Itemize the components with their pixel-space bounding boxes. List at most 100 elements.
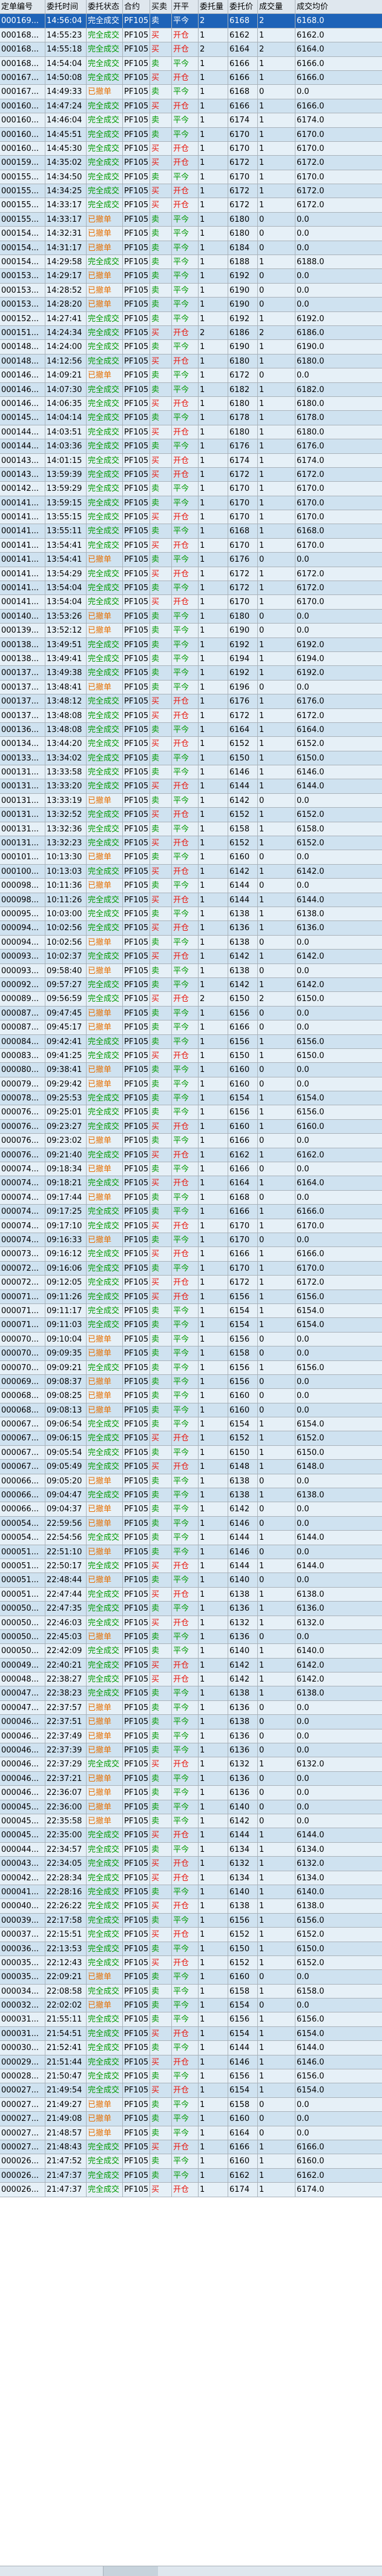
- table-row[interactable]: 000034... 22:08:58 完全成交 PF105 卖平今 1 6158 1 6158.…: [0, 1984, 382, 1999]
- table-row[interactable]: 000032... 22:02:02 已撤单 PF105 卖平今 1 6154 0 0.0: [0, 1999, 382, 2013]
- table-row[interactable]: 000045... 22:36:00 已撤单 PF105 卖平今 1 6140 0 0.0: [0, 1800, 382, 1814]
- table-row[interactable]: 000093... 09:58:40 已撤单 PF105 卖平今 1 6138 0 0.0: [0, 964, 382, 978]
- table-row[interactable]: 000047... 22:37:57 已撤单 PF105 卖平今 1 6136 0 0.0: [0, 1700, 382, 1716]
- table-row[interactable]: 000071... 09:11:03 完全成交 PF105 卖平今 1 6154 1 6154.…: [0, 1318, 382, 1333]
- table-row[interactable]: 000048... 22:38:27 完全成交 PF105 买开仓 1 6142 1 6142.…: [0, 1672, 382, 1687]
- table-row[interactable]: 000168... 14:55:18 完全成交 PF105 买开仓 2 6164 2 6164.…: [0, 42, 382, 57]
- table-row[interactable]: 000154... 14:32:31 已撤单 PF105 卖平今 1 6180 0 0.0: [0, 227, 382, 241]
- table-row[interactable]: 000155... 14:33:17 完全成交 PF105 买开仓 1 6172 1 6172.…: [0, 198, 382, 213]
- table-row[interactable]: 000137... 13:48:12 完全成交 PF105 买开仓 1 6176 1 6176.…: [0, 694, 382, 709]
- table-row[interactable]: 000030... 21:52:41 完全成交 PF105 卖平今 1 6144 1 6144.…: [0, 2041, 382, 2055]
- table-row[interactable]: 000069... 09:08:37 已撤单 PF105 卖平今 1 6156 0 0.0: [0, 1374, 382, 1390]
- table-row[interactable]: 000092... 09:57:27 完全成交 PF105 卖平今 1 6142 1 6142.…: [0, 977, 382, 993]
- table-row[interactable]: 000168... 14:55:23 完全成交 PF105 买开仓 1 6162 1 6162.…: [0, 28, 382, 43]
- table-row[interactable]: 000155... 14:34:50 完全成交 PF105 卖平今 1 6170 1 6170.…: [0, 170, 382, 185]
- header-price[interactable]: 委托价: [228, 0, 258, 14]
- table-row[interactable]: 000043... 22:34:05 完全成交 PF105 买开仓 1 6132 1 6132.…: [0, 1857, 382, 1871]
- table-row[interactable]: 000160... 14:45:30 完全成交 PF105 买开仓 1 6170 1 6170.…: [0, 141, 382, 156]
- table-row[interactable]: 000141... 13:54:04 完全成交 PF105 买开仓 1 6170 1 6170.…: [0, 595, 382, 610]
- table-row[interactable]: 000042... 22:28:34 完全成交 PF105 买开仓 1 6134 1 6134.…: [0, 1871, 382, 1885]
- table-row[interactable]: 000154... 14:29:58 完全成交 PF105 卖平今 1 6188 1 6188.…: [0, 255, 382, 270]
- header-qty[interactable]: 委托量: [199, 0, 228, 14]
- table-row[interactable]: 000131... 13:33:58 完全成交 PF105 卖平今 1 6146 1 6146.…: [0, 765, 382, 780]
- table-row[interactable]: 000074... 09:17:25 完全成交 PF105 卖平今 1 6166 1 6166.…: [0, 1205, 382, 1219]
- table-row[interactable]: 000051... 22:48:44 已撤单 PF105 卖平今 1 6140 0 0.0: [0, 1573, 382, 1588]
- table-row[interactable]: 000027... 21:48:57 已撤单 PF105 卖平今 1 6164 0 0.0: [0, 2126, 382, 2140]
- table-row[interactable]: 000031... 21:54:51 完全成交 PF105 买开仓 1 6154 1 6154.…: [0, 2026, 382, 2042]
- header-contract[interactable]: 合约: [123, 0, 150, 14]
- table-row[interactable]: 000131... 13:32:36 完全成交 PF105 卖平今 1 6158 1 6158.…: [0, 822, 382, 837]
- table-row[interactable]: 000051... 22:50:17 完全成交 PF105 买开仓 1 6144 1 6144.…: [0, 1559, 382, 1574]
- table-row[interactable]: 000140... 13:53:26 已撤单 PF105 卖平今 1 6180 0 0.0: [0, 609, 382, 624]
- table-row[interactable]: 000071... 09:11:26 完全成交 PF105 买开仓 1 6156 1 6156.…: [0, 1290, 382, 1304]
- table-row[interactable]: 000087... 09:47:45 已撤单 PF105 卖平今 1 6156 0 0.0: [0, 1006, 382, 1021]
- table-row[interactable]: 000131... 13:32:52 完全成交 PF105 买开仓 1 6152 1 6152.…: [0, 808, 382, 822]
- header-avg-price[interactable]: 成交均价: [295, 0, 334, 13]
- table-row[interactable]: 000137... 13:48:41 已撤单 PF105 卖平今 1 6196 0 0.0: [0, 680, 382, 695]
- table-row[interactable]: 000146... 14:07:30 完全成交 PF105 卖平今 1 6182 1 6182.…: [0, 382, 382, 397]
- table-row[interactable]: 000087... 09:45:17 已撤单 PF105 卖平今 1 6166 0 0.0: [0, 1020, 382, 1035]
- table-row[interactable]: 000036... 22:13:53 完全成交 PF105 卖平今 1 6150 1 6150.…: [0, 1942, 382, 1956]
- table-row[interactable]: 000047... 22:38:23 完全成交 PF105 卖平今 1 6138 1 6138.…: [0, 1686, 382, 1701]
- table-row[interactable]: 000133... 13:34:02 完全成交 PF105 卖平今 1 6150 1 6150.…: [0, 751, 382, 766]
- table-row[interactable]: 000044... 22:34:57 完全成交 PF105 卖平今 1 6134 1 6134.…: [0, 1842, 382, 1857]
- scrollbar-thumb[interactable]: [103, 2566, 158, 2576]
- table-row[interactable]: 000051... 22:47:44 完全成交 PF105 买开仓 1 6138 1 6138.…: [0, 1587, 382, 1602]
- table-row[interactable]: 000054... 22:59:56 已撤单 PF105 卖平今 1 6146 0 0.0: [0, 1516, 382, 1531]
- table-row[interactable]: 000160... 14:46:04 完全成交 PF105 卖平今 1 6174 1 6174.…: [0, 113, 382, 128]
- table-row[interactable]: 000141... 13:55:15 完全成交 PF105 买开仓 1 6170 1 6170.…: [0, 510, 382, 525]
- table-row[interactable]: 000095... 10:03:00 完全成交 PF105 卖平今 1 6138 1 6138.…: [0, 907, 382, 922]
- table-row[interactable]: 000167... 14:49:33 已撤单 PF105 卖平今 1 6168 0 0.0: [0, 85, 382, 99]
- table-row[interactable]: 000054... 22:54:56 完全成交 PF105 卖平今 1 6144 1 6144.…: [0, 1531, 382, 1545]
- table-row[interactable]: 000083... 09:41:25 完全成交 PF105 买开仓 1 6150 1 6150.…: [0, 1048, 382, 1063]
- table-row[interactable]: 000152... 14:27:41 完全成交 PF105 卖平今 1 6192 1 6192.…: [0, 311, 382, 326]
- table-row[interactable]: 000076... 09:23:27 完全成交 PF105 买开仓 1 6160 1 6160.…: [0, 1119, 382, 1134]
- table-row[interactable]: 000137... 13:49:38 完全成交 PF105 卖平今 1 6192 1 6192.…: [0, 666, 382, 681]
- table-row[interactable]: 000139... 13:52:12 已撤单 PF105 卖平今 1 6190 0 0.0: [0, 624, 382, 638]
- table-row[interactable]: 000074... 09:17:10 完全成交 PF105 买开仓 1 6170 1 6170.…: [0, 1219, 382, 1233]
- table-row[interactable]: 000146... 14:06:35 完全成交 PF105 买开仓 1 6180 1 6180.…: [0, 396, 382, 411]
- table-row[interactable]: 000084... 09:42:41 完全成交 PF105 卖平今 1 6156 1 6156.…: [0, 1034, 382, 1049]
- table-row[interactable]: 000148... 14:12:56 完全成交 PF105 买开仓 1 6180 1 6180.…: [0, 354, 382, 369]
- header-status[interactable]: 委托状态: [87, 0, 123, 14]
- table-row[interactable]: 000143... 14:01:15 完全成交 PF105 买开仓 1 6174 1 6174.…: [0, 453, 382, 468]
- table-row[interactable]: 000137... 13:48:08 完全成交 PF105 买开仓 1 6172 1 6172.…: [0, 708, 382, 723]
- table-row[interactable]: 000079... 09:29:42 已撤单 PF105 卖平今 1 6160 0 0.0: [0, 1077, 382, 1092]
- table-row[interactable]: 000068... 09:08:13 已撤单 PF105 卖平今 1 6160 0 0.0: [0, 1403, 382, 1418]
- table-row[interactable]: 000131... 13:33:19 已撤单 PF105 卖平今 1 6142 0 0.0: [0, 793, 382, 808]
- table-row[interactable]: 000146... 14:09:21 已撤单 PF105 卖平今 1 6172 0 0.0: [0, 368, 382, 383]
- table-row[interactable]: 000046... 22:36:07 已撤单 PF105 卖平今 1 6136 0 0.0: [0, 1786, 382, 1800]
- table-row[interactable]: 000031... 21:55:11 完全成交 PF105 卖平今 1 6156 1 6156.…: [0, 2012, 382, 2027]
- table-row[interactable]: 000072... 09:12:05 完全成交 PF105 买开仓 1 6172 1 6172.…: [0, 1276, 382, 1290]
- table-row[interactable]: 000094... 10:02:56 完全成交 PF105 买开仓 1 6136 1 6136.…: [0, 921, 382, 936]
- table-row[interactable]: 000076... 09:21:40 完全成交 PF105 买开仓 1 6162 1 6162.…: [0, 1148, 382, 1163]
- table-row[interactable]: 000049... 22:40:21 完全成交 PF105 买开仓 1 6142 1 6142.…: [0, 1658, 382, 1673]
- table-row[interactable]: 000070... 09:09:21 完全成交 PF105 卖平今 1 6156 1 6156.…: [0, 1360, 382, 1375]
- table-row[interactable]: 000141... 13:54:41 已撤单 PF105 卖平今 1 6176 0 0.0: [0, 553, 382, 567]
- header-filled-qty[interactable]: 成交量: [258, 0, 295, 14]
- horizontal-scrollbar[interactable]: [0, 2566, 382, 2576]
- table-row[interactable]: 000027... 21:49:08 已撤单 PF105 卖平今 1 6160 0 0.0: [0, 2112, 382, 2126]
- table-row[interactable]: 000143... 13:59:39 完全成交 PF105 买开仓 1 6172 1 6172.…: [0, 467, 382, 482]
- table-row[interactable]: 000046... 22:37:21 已撤单 PF105 卖平今 1 6136 0 0.0: [0, 1771, 382, 1786]
- table-row[interactable]: 000168... 14:54:04 完全成交 PF105 卖平今 1 6166 1 6166.…: [0, 56, 382, 71]
- table-row[interactable]: 000131... 13:33:20 完全成交 PF105 买开仓 1 6144 1 6144.…: [0, 779, 382, 794]
- table-row[interactable]: 000080... 09:38:41 已撤单 PF105 卖平今 1 6160 0 0.0: [0, 1063, 382, 1077]
- table-row[interactable]: 000068... 09:08:25 已撤单 PF105 卖平今 1 6160 0 0.0: [0, 1389, 382, 1403]
- table-row[interactable]: 000100... 10:13:03 完全成交 PF105 买开仓 1 6142 1 6142.…: [0, 864, 382, 879]
- table-row[interactable]: 000153... 14:29:17 已撤单 PF105 卖平今 1 6192 0 0.0: [0, 269, 382, 284]
- table-row[interactable]: 000026... 21:47:37 完全成交 PF105 卖平今 1 6162 1 6162.…: [0, 2168, 382, 2183]
- table-row[interactable]: 000026... 21:47:37 完全成交 PF105 买开仓 1 6174 1 6174.…: [0, 2183, 382, 2197]
- table-row[interactable]: 000145... 14:04:14 完全成交 PF105 卖平今 1 6178 1 6178.…: [0, 411, 382, 425]
- table-row[interactable]: 000141... 13:59:15 完全成交 PF105 卖平今 1 6170 1 6170.…: [0, 496, 382, 511]
- table-row[interactable]: 000141... 13:54:04 完全成交 PF105 卖平今 1 6172 1 6172.…: [0, 581, 382, 596]
- header-order-id[interactable]: 定单编号: [0, 0, 45, 14]
- table-row[interactable]: 000144... 14:03:51 完全成交 PF105 买开仓 1 6180 1 6180.…: [0, 425, 382, 440]
- table-row[interactable]: 000141... 13:55:11 完全成交 PF105 卖平今 1 6168 1 6168.…: [0, 524, 382, 539]
- table-row[interactable]: 000076... 09:23:02 已撤单 PF105 卖平今 1 6166 0 0.0: [0, 1134, 382, 1148]
- table-row[interactable]: 000050... 22:46:03 完全成交 PF105 买开仓 1 6132 1 6132.…: [0, 1616, 382, 1630]
- table-row[interactable]: 000035... 22:09:21 已撤单 PF105 卖平今 1 6160 0 0.0: [0, 1970, 382, 1985]
- table-row[interactable]: 000134... 13:44:20 完全成交 PF105 买开仓 1 6152 1 6152.…: [0, 737, 382, 751]
- table-row[interactable]: 000138... 13:49:51 完全成交 PF105 卖平今 1 6192 1 6192.…: [0, 637, 382, 652]
- table-row[interactable]: 000066... 09:05:20 已撤单 PF105 卖平今 1 6138 0 0.0: [0, 1474, 382, 1489]
